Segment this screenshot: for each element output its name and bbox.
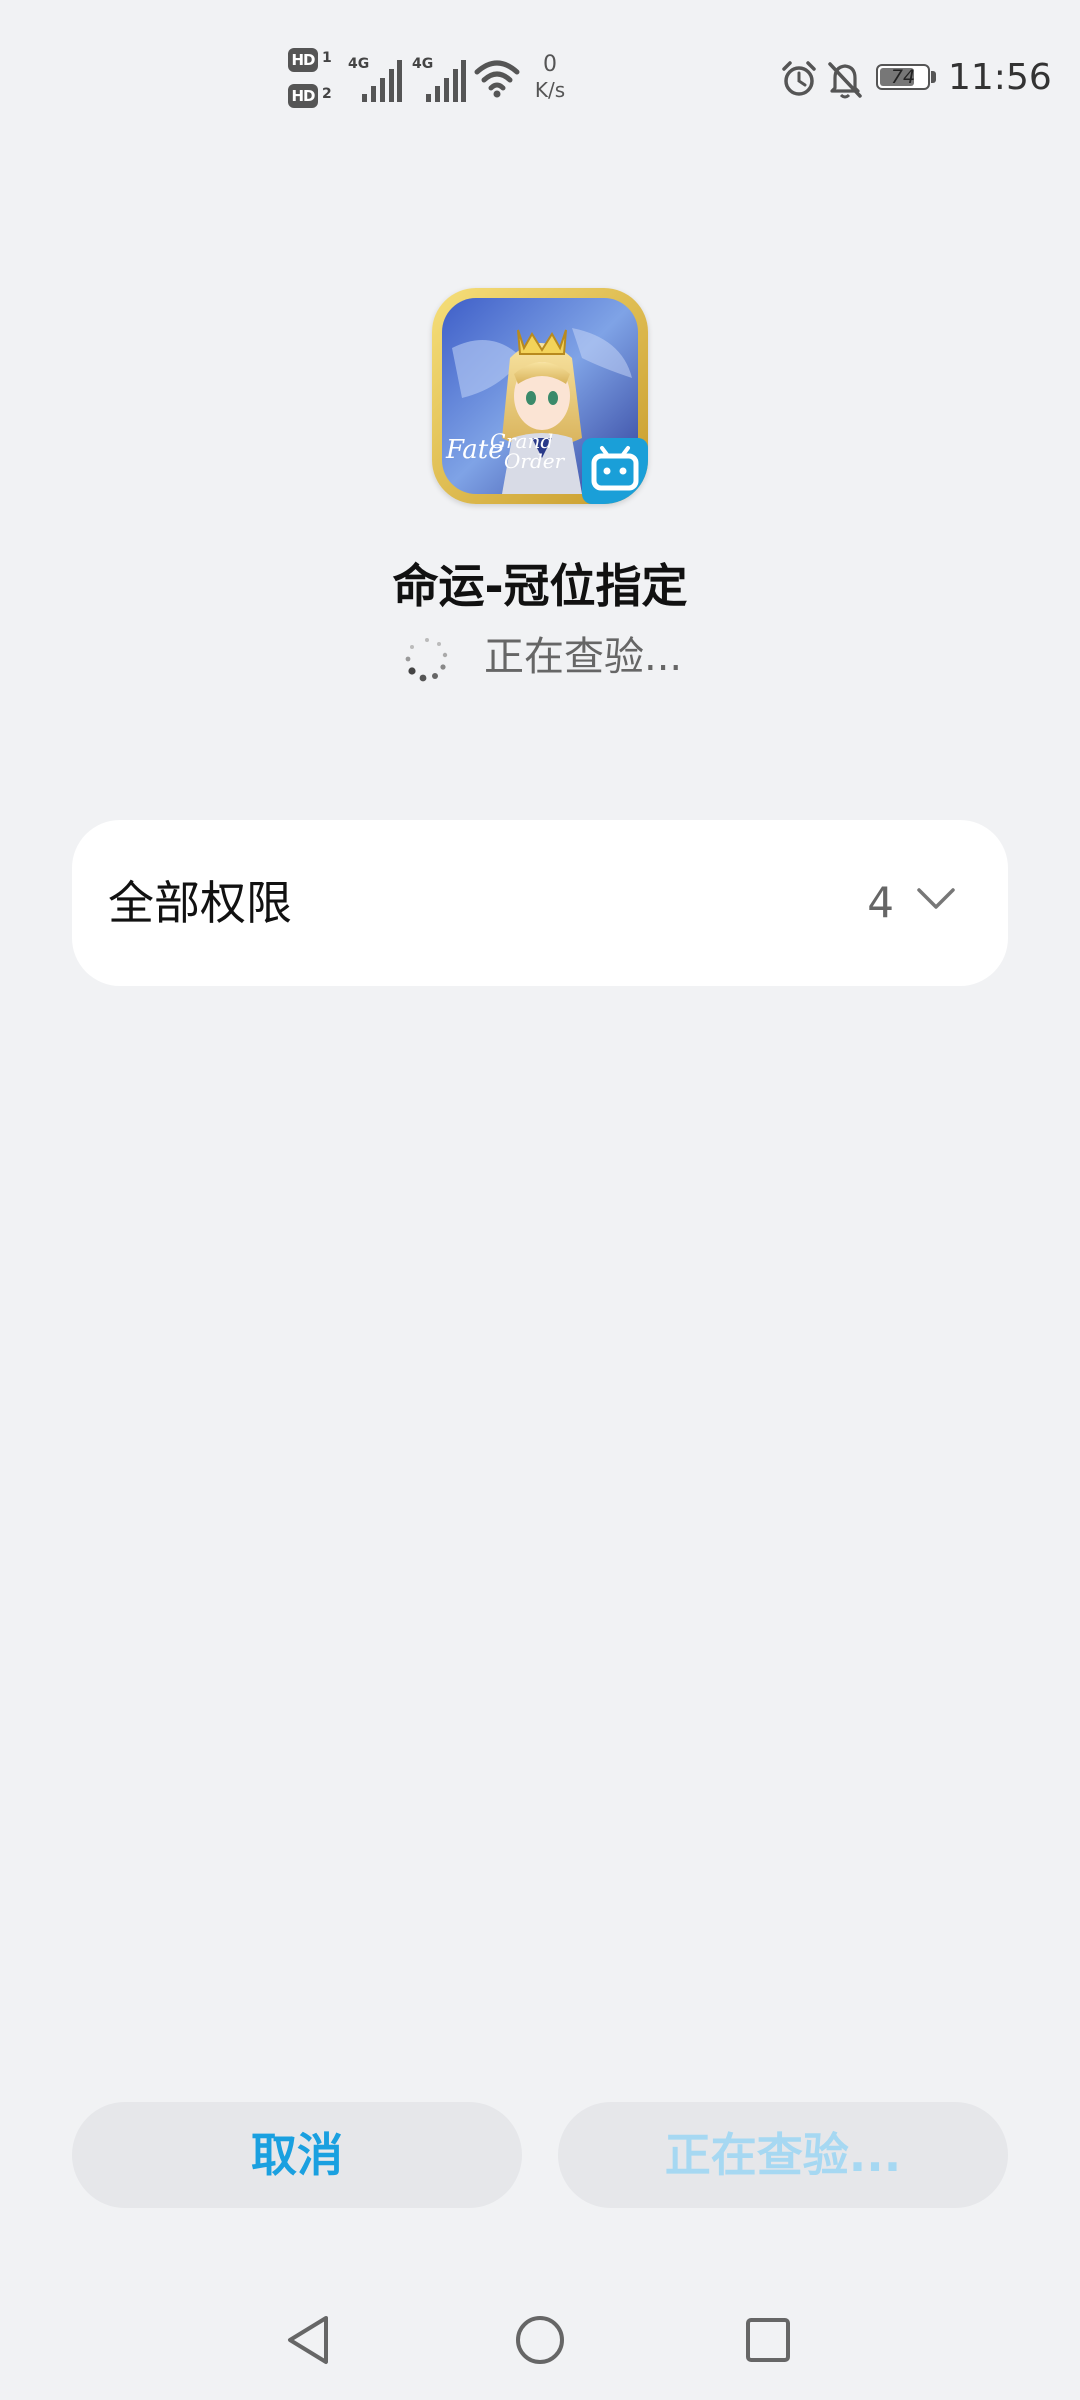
cancel-button[interactable]: 取消 — [72, 2102, 522, 2208]
wifi-icon — [474, 60, 520, 98]
permissions-count: 4 — [867, 878, 894, 927]
sim-slot-number: 1 — [322, 50, 332, 66]
bell-off-icon — [828, 62, 862, 99]
svg-text:Order: Order — [504, 449, 566, 473]
status-bar: HD 1 HD 2 4G 4G 0 K/s 74 11:56 — [0, 0, 1080, 160]
cellular-signal-sim1: 4G — [348, 56, 404, 102]
back-triangle-icon[interactable] — [282, 2312, 334, 2368]
loading-spinner-icon — [405, 638, 448, 682]
sim-slot-number: 2 — [322, 86, 332, 102]
network-speed-value: 0 — [543, 52, 557, 77]
battery-indicator: 74 — [876, 64, 938, 94]
cellular-signal-sim2: 4G — [412, 56, 468, 102]
battery-percent: 74 — [890, 66, 916, 88]
signal-bars-icon — [362, 60, 402, 102]
home-circle-icon[interactable] — [514, 2312, 566, 2368]
all-permissions-row[interactable]: 全部权限 4 — [72, 820, 1008, 986]
all-permissions-label: 全部权限 — [108, 876, 292, 930]
verify-status: 正在查验... — [0, 630, 1080, 684]
hd-volte-indicators: HD 1 HD 2 — [288, 48, 340, 112]
app-icon: Fate Grand Order — [432, 288, 648, 504]
hd-badge-sim2: HD 2 — [288, 84, 340, 110]
hd-label: HD — [288, 84, 318, 108]
hd-label: HD — [288, 48, 318, 72]
verifying-install-button[interactable]: 正在查验... — [558, 2102, 1008, 2208]
network-speed: 0 K/s — [528, 52, 572, 108]
status-bar-clock: 11:56 — [948, 57, 1052, 98]
recents-square-icon[interactable] — [744, 2316, 792, 2364]
network-speed-unit: K/s — [534, 78, 566, 102]
verify-status-text: 正在查验... — [484, 634, 683, 680]
fate-grand-order-app-icon: Fate Grand Order — [432, 288, 648, 504]
hd-badge-sim1: HD 1 — [288, 48, 340, 74]
app-name: 命运-冠位指定 — [392, 559, 688, 613]
battery-tip — [931, 71, 936, 83]
chevron-down-icon — [917, 888, 955, 909]
signal-bars-icon — [426, 60, 466, 102]
alarm-icon — [782, 61, 816, 96]
